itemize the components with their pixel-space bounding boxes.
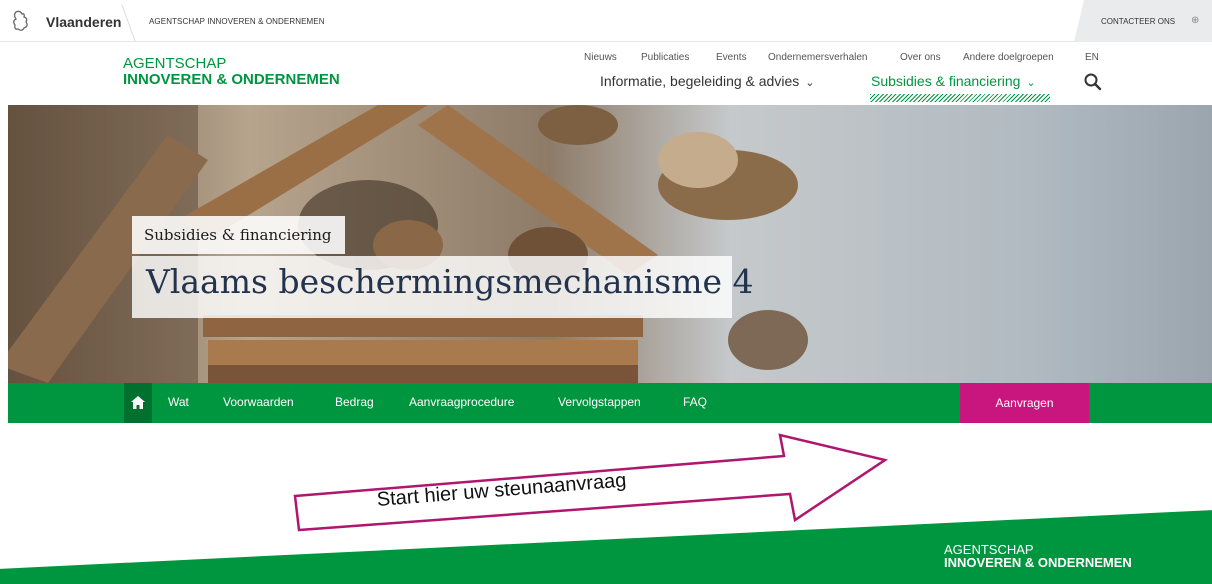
footer-logo-line2: INNOVEREN & ONDERNEMEN <box>944 555 1132 570</box>
flemish-lion-icon[interactable] <box>10 9 32 33</box>
tab-vervolgstappen[interactable]: Vervolgstappen <box>558 395 641 409</box>
home-button[interactable] <box>124 383 152 423</box>
hero-breadcrumb[interactable]: Subsidies & financiering <box>132 216 346 254</box>
contact-label: CONTACTEER ONS <box>1101 17 1176 26</box>
nav-informatie-label: Informatie, begeleiding & advies <box>600 73 800 89</box>
active-nav-indicator <box>870 94 1050 102</box>
nav-ondernemersverhalen[interactable]: Ondernemersverhalen <box>768 52 868 63</box>
nav-over-ons[interactable]: Over ons <box>900 52 941 63</box>
search-icon[interactable] <box>1083 72 1103 92</box>
nav-events[interactable]: Events <box>716 52 747 63</box>
page-title: Vlaams beschermingsmechanisme 4 <box>132 256 754 318</box>
nav-publicaties[interactable]: Publicaties <box>641 52 689 63</box>
divider <box>121 4 136 42</box>
contact-icon: ⊕ <box>1191 15 1200 26</box>
tab-aanvraagprocedure[interactable]: Aanvraagprocedure <box>409 395 514 409</box>
contact-button[interactable]: CONTACTEER ONS ⊕ <box>1074 0 1212 42</box>
nav-nieuws[interactable]: Nieuws <box>584 52 617 63</box>
tab-voorwaarden[interactable]: Voorwaarden <box>223 395 294 409</box>
page-nav-bar: Wat Voorwaarden Bedrag Aanvraagprocedure… <box>8 383 1212 423</box>
nav-language-en[interactable]: EN <box>1085 52 1099 63</box>
top-bar: Vlaanderen AGENTSCHAP INNOVEREN & ONDERN… <box>0 0 1212 42</box>
logo-line2: INNOVEREN & ONDERNEMEN <box>123 71 340 88</box>
vlaanderen-link[interactable]: Vlaanderen <box>46 14 121 30</box>
chevron-down-icon: ⌄ <box>805 77 815 89</box>
nav-andere-doelgroepen[interactable]: Andere doelgroepen <box>963 52 1054 63</box>
tab-wat[interactable]: Wat <box>168 395 189 409</box>
chevron-down-icon: ⌄ <box>1026 77 1036 89</box>
footer-logo[interactable]: AGENTSCHAP INNOVEREN & ONDERNEMEN <box>944 543 1132 569</box>
tab-faq[interactable]: FAQ <box>683 395 707 409</box>
agency-link[interactable]: AGENTSCHAP INNOVEREN & ONDERNEMEN <box>149 17 325 26</box>
agency-logo[interactable]: AGENTSCHAP INNOVEREN & ONDERNEMEN <box>123 56 340 88</box>
apply-button[interactable]: Aanvragen <box>960 383 1089 423</box>
nav-subsidies-label: Subsidies & financiering <box>871 73 1021 89</box>
home-icon <box>131 396 145 409</box>
tab-bedrag[interactable]: Bedrag <box>335 395 374 409</box>
nav-subsidies[interactable]: Subsidies & financiering ⌄ <box>871 73 1036 89</box>
nav-informatie[interactable]: Informatie, begeleiding & advies ⌄ <box>600 73 814 89</box>
logo-line1: AGENTSCHAP <box>123 55 227 72</box>
